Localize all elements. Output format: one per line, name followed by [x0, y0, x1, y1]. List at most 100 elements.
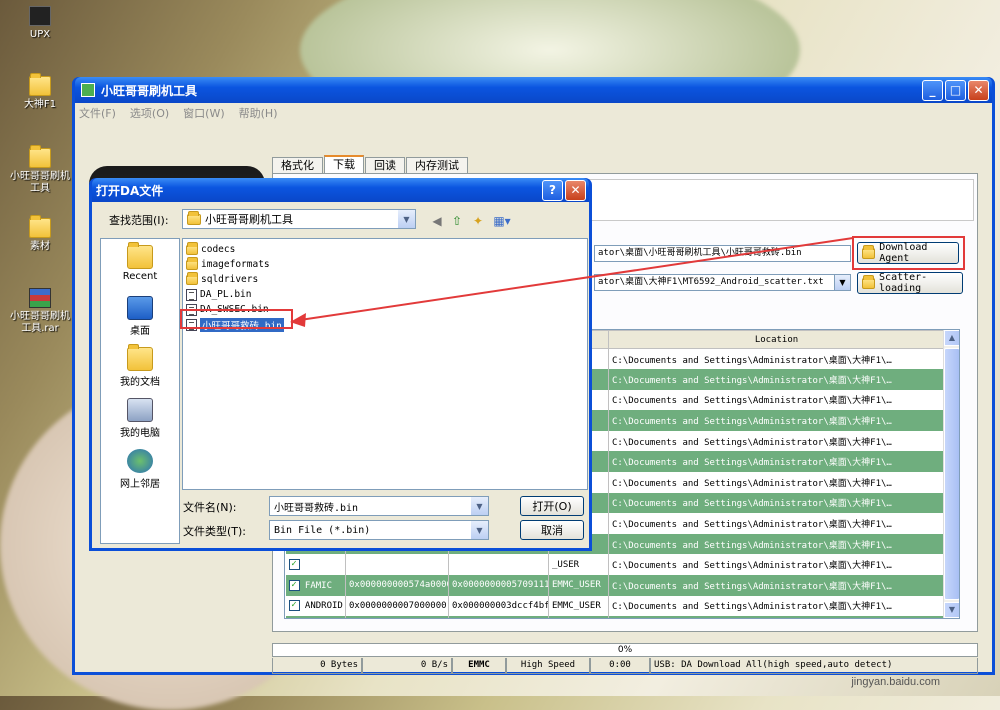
row-name: ✓ ANDROID	[285, 595, 346, 617]
row-region: EMMC_USER	[548, 616, 609, 618]
new-folder-icon[interactable]: ✦	[469, 212, 487, 230]
dialog-close-button[interactable]: ✕	[565, 179, 586, 201]
places-bar: Recent 桌面 我的文档 我的电脑 网上邻居	[100, 238, 180, 544]
menu-window[interactable]: 窗口(W)	[183, 105, 224, 121]
status-usb-speed: High Speed	[506, 658, 590, 674]
chevron-down-icon[interactable]: ▼	[471, 521, 488, 539]
filetype-select[interactable]: Bin File (*.bin) ▼	[269, 520, 489, 540]
computer-icon	[127, 398, 153, 422]
row-checkbox[interactable]: ✓	[288, 559, 300, 571]
scroll-up-icon[interactable]: ▲	[944, 330, 959, 346]
list-item-file[interactable]: DA_PL.bin	[186, 287, 587, 302]
place-my-computer[interactable]: 我的电脑	[101, 392, 179, 443]
main-titlebar[interactable]: 小旺哥哥刷机工具 _ □ ✕	[75, 77, 992, 103]
status-storage: EMMC	[452, 658, 506, 674]
chevron-down-icon[interactable]: ▼	[398, 210, 415, 228]
back-icon[interactable]: ◀	[428, 212, 446, 230]
menu-help[interactable]: 帮助(H)	[239, 105, 278, 121]
table-row[interactable]: ✓ _USERC:\Documents and Settings\Adminis…	[285, 554, 959, 576]
da-path-field[interactable]: ator\桌面\小旺哥哥刷机工具\小旺哥哥救砖.bin	[594, 245, 851, 262]
open-da-dialog: 打开DA文件 ? ✕ 查找范围(I): 小旺哥哥刷机工具 ▼ ◀ ⇧ ✦ ▦▾ …	[89, 178, 592, 551]
download-agent-highlight	[852, 236, 965, 270]
row-begin-address: 0x000000000574a0000	[345, 575, 449, 596]
row-checkbox[interactable]: ✓	[288, 600, 300, 612]
scatter-dropdown-button[interactable]: ▼	[834, 274, 851, 291]
row-end-address: 0x00000000057091111	[448, 575, 549, 596]
table-row[interactable]: ✓ CACHE0x00000000570000000x000000005760_…	[285, 616, 959, 618]
scroll-thumb[interactable]	[944, 348, 959, 600]
menu-options[interactable]: 选项(O)	[130, 105, 169, 121]
row-location: C:\Documents and Settings\Administrator\…	[608, 451, 945, 473]
view-menu-icon[interactable]: ▦▾	[491, 212, 513, 230]
list-item-folder[interactable]: imageformats	[186, 256, 587, 272]
desktop-icon-folder-sucai[interactable]: 素材	[8, 215, 72, 253]
menu-file[interactable]: 文件(F)	[79, 105, 116, 121]
row-location: C:\Documents and Settings\Administrator\…	[608, 389, 945, 411]
cancel-button[interactable]: 取消	[520, 520, 584, 540]
bin-file-icon	[186, 288, 197, 301]
main-window-title: 小旺哥哥刷机工具	[101, 83, 198, 98]
scatter-loading-button[interactable]: Scatter-loading	[857, 272, 963, 294]
filename-input[interactable]: 小旺哥哥救砖.bin ▼	[269, 496, 489, 516]
status-usb-mode: USB: DA Download All(high speed,auto det…	[650, 658, 978, 674]
folder-icon	[186, 241, 198, 255]
chevron-down-icon[interactable]: ▼	[471, 497, 488, 515]
dialog-titlebar[interactable]: 打开DA文件 ? ✕	[92, 178, 589, 202]
row-name: ✓	[285, 554, 346, 576]
tab-strip: 格式化 下载 回读 内存测试	[272, 155, 469, 173]
filename-label: 文件名(N):	[183, 501, 237, 514]
rar-archive-icon	[29, 288, 51, 308]
tab-readback[interactable]: 回读	[365, 157, 405, 173]
row-checkbox[interactable]: ✓	[288, 579, 300, 591]
desktop-icon-rar[interactable]: 小旺哥哥刷机工具.rar	[8, 288, 72, 335]
folder-icon	[186, 271, 198, 285]
recent-icon	[127, 242, 153, 269]
place-network[interactable]: 网上邻居	[101, 443, 179, 494]
up-folder-icon[interactable]: ⇧	[448, 212, 466, 230]
desktop-icon-folder-tool[interactable]: 小旺哥哥刷机工具	[8, 145, 72, 195]
scatter-path-field[interactable]: ator\桌面\大神F1\MT6592_Android_scatter.txt	[594, 274, 851, 291]
tab-format[interactable]: 格式化	[272, 157, 323, 173]
row-location: C:\Documents and Settings\Administrator\…	[608, 492, 945, 514]
upx-icon	[29, 6, 51, 26]
place-desktop[interactable]: 桌面	[101, 290, 179, 341]
row-end-address: 0x000000005760_003	[448, 616, 549, 618]
table-row[interactable]: ✓ FAMIC 0x000000000574a0000 0x000000000570…	[285, 575, 959, 596]
row-location: C:\Documents and Settings\Administrator\…	[608, 575, 945, 596]
help-button[interactable]: ?	[542, 179, 563, 201]
folder-icon	[187, 210, 201, 225]
list-item-folder[interactable]: sqldrivers	[186, 271, 587, 287]
row-location: C:\Documents and Settings\Administrator\…	[608, 369, 945, 390]
dialog-title: 打开DA文件	[96, 183, 164, 198]
open-button[interactable]: 打开(O)	[520, 496, 584, 516]
folder-icon	[29, 73, 51, 96]
row-begin-address: 0x0000000057000000	[345, 616, 449, 618]
table-scrollbar[interactable]: ▲ ▼	[943, 330, 959, 618]
folder-icon	[29, 215, 51, 238]
close-button[interactable]: ✕	[968, 79, 989, 101]
scroll-down-icon[interactable]: ▼	[944, 602, 959, 618]
folder-icon	[186, 256, 198, 270]
row-end-address	[448, 554, 549, 576]
table-row[interactable]: ✓ ANDROID 0x0000000007000000 0x000000003dc…	[285, 595, 959, 617]
desktop-icon-upx[interactable]: UPX	[8, 6, 72, 41]
row-region: _USER	[548, 554, 609, 576]
list-item-folder[interactable]: codecs	[186, 241, 587, 257]
column-header-location[interactable]: Location	[608, 330, 945, 349]
tab-download[interactable]: 下载	[324, 155, 364, 173]
row-name: ✓ FAMIC	[285, 575, 346, 596]
row-begin-address	[345, 554, 449, 576]
row-location: C:\Documents and Settings\Administrator\…	[608, 513, 945, 534]
app-icon	[81, 83, 95, 97]
look-in-combo[interactable]: 小旺哥哥刷机工具 ▼	[182, 209, 416, 229]
maximize-button[interactable]: □	[945, 79, 966, 101]
desktop-icon-folder-dashen[interactable]: 大神F1	[8, 73, 72, 111]
place-my-documents[interactable]: 我的文档	[101, 341, 179, 392]
tab-memory-test[interactable]: 内存测试	[406, 157, 468, 173]
place-recent[interactable]: Recent	[101, 239, 179, 290]
minimize-button[interactable]: _	[922, 79, 943, 101]
desktop-icon	[127, 296, 153, 320]
status-speed: 0 B/s	[362, 658, 452, 674]
row-region: EMMC_USER	[548, 595, 609, 617]
row-name: ✓ CACHE	[285, 616, 346, 618]
